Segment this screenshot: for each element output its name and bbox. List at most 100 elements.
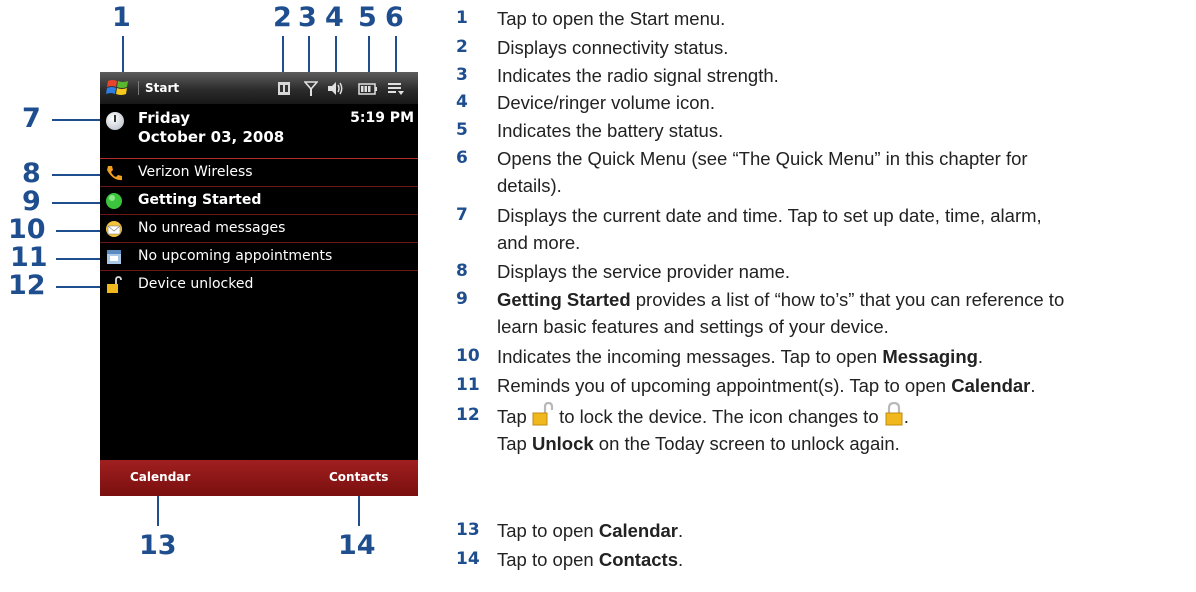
desc-number-7: 7 (456, 205, 468, 225)
appointments-status: No upcoming appointments (138, 248, 333, 264)
desc-11-bold: Calendar (951, 375, 1031, 396)
device-lock-row[interactable]: Device unlocked (100, 271, 418, 298)
desc-number-5: 5 (456, 120, 468, 140)
leader-line-12 (56, 286, 106, 288)
desc-number-11: 11 (456, 375, 480, 395)
desc-9-line-1: provides a list of “how to’s” that you c… (630, 289, 1065, 310)
contacts-soft-key[interactable]: Contacts (329, 470, 388, 484)
leader-line-6 (395, 36, 397, 74)
desc-number-1: 1 (456, 8, 468, 28)
connectivity-icon[interactable] (277, 80, 291, 97)
quick-menu-icon[interactable] (387, 80, 405, 97)
desc-13-text: Tap to open (497, 520, 599, 541)
signal-icon[interactable] (304, 80, 318, 97)
desc-9-bold: Getting Started (497, 289, 631, 310)
calendar-icon (107, 250, 121, 264)
current-time: 5:19 PM (350, 110, 414, 126)
desc-12-line2-bold: Unlock (531, 433, 594, 454)
desc-text-7: Displays the current date and time. Tap … (497, 202, 1193, 256)
messages-status: No unread messages (138, 220, 286, 236)
date-time-block[interactable]: Friday October 03, 2008 5:19 PM (100, 104, 418, 159)
current-date: October 03, 2008 (138, 128, 285, 146)
locked-padlock-icon (885, 402, 903, 426)
soft-key-bar: Calendar Contacts (100, 460, 418, 496)
desc-11-end: . (1030, 375, 1036, 396)
desc-9-line-2: learn basic features and settings of you… (497, 316, 889, 337)
desc-number-6: 6 (456, 148, 468, 168)
callout-14: 14 (338, 530, 376, 561)
desc-12-end: . (903, 406, 909, 427)
carrier-name: Verizon Wireless (138, 164, 253, 180)
leader-line-4 (335, 36, 337, 74)
desc-text-2: Displays connectivity status. (497, 37, 729, 58)
desc-6-line-1: Opens the Quick Menu (see “The Quick Men… (497, 148, 1028, 169)
desc-text-11: Reminds you of upcoming appointment(s). … (497, 372, 1193, 399)
desc-11-text: Reminds you of upcoming appointment(s). … (497, 375, 952, 396)
leader-line-7 (52, 119, 106, 121)
unlocked-padlock-icon (532, 402, 554, 426)
desc-text-14: Tap to open Contacts. (497, 546, 1193, 573)
desc-12-mid: to lock the device. The icon changes to (553, 406, 884, 427)
desc-number-10: 10 (456, 346, 480, 366)
desc-number-8: 8 (456, 261, 468, 281)
desc-12-pre: Tap (497, 406, 532, 427)
envelope-icon (106, 221, 122, 237)
desc-6-line-2: details). (497, 175, 562, 196)
callout-13: 13 (139, 530, 177, 561)
volume-icon[interactable] (327, 80, 345, 97)
lock-status: Device unlocked (138, 276, 254, 292)
desc-number-4: 4 (456, 92, 468, 112)
callout-3: 3 (298, 2, 317, 33)
desc-7-line-2: and more. (497, 232, 581, 253)
clock-icon (106, 112, 124, 130)
desc-text-13: Tap to open Calendar. (497, 517, 1193, 544)
desc-14-bold: Contacts (598, 549, 678, 570)
desc-number-2: 2 (456, 37, 468, 57)
leader-line-5 (368, 36, 370, 74)
leader-line-3 (308, 36, 310, 74)
callout-10: 10 (8, 214, 46, 245)
callout-6: 6 (385, 2, 404, 33)
leader-line-2 (282, 36, 284, 74)
callout-1: 1 (112, 2, 131, 33)
getting-started-label: Getting Started (138, 192, 262, 208)
messages-row[interactable]: No unread messages (100, 215, 418, 243)
desc-text-1: Tap to open the Start menu. (497, 8, 726, 29)
desc-text-10: Indicates the incoming messages. Tap to … (497, 343, 1193, 370)
calendar-soft-key[interactable]: Calendar (130, 470, 190, 484)
desc-text-6: Opens the Quick Menu (see “The Quick Men… (497, 145, 1193, 199)
phone-icon (107, 166, 122, 181)
leader-line-11 (56, 258, 106, 260)
desc-13-end: . (678, 520, 684, 541)
callout-7: 7 (22, 103, 41, 134)
unlocked-padlock-icon (107, 276, 122, 293)
desc-number-14: 14 (456, 549, 480, 569)
leader-line-8 (52, 174, 106, 176)
callout-2: 2 (273, 2, 292, 33)
getting-started-row[interactable]: Getting Started (100, 187, 418, 215)
leader-line-1 (122, 36, 124, 74)
leader-line-10 (56, 230, 106, 232)
appointments-row[interactable]: No upcoming appointments (100, 243, 418, 271)
callout-9: 9 (22, 186, 41, 217)
callout-12: 12 (8, 270, 46, 301)
desc-14-text: Tap to open (497, 549, 599, 570)
desc-text-5: Indicates the battery status. (497, 120, 724, 141)
start-menu-label[interactable]: Start (138, 81, 179, 95)
desc-12-line2-pre: Tap (497, 433, 532, 454)
desc-text-3: Indicates the radio signal strength. (497, 65, 779, 86)
leader-line-9 (52, 202, 106, 204)
day-of-week: Friday (138, 109, 191, 127)
callout-4: 4 (325, 2, 344, 33)
desc-number-12: 12 (456, 405, 480, 425)
windows-flag-icon[interactable] (106, 77, 130, 99)
battery-icon[interactable] (358, 80, 378, 97)
desc-number-9: 9 (456, 289, 468, 309)
carrier-row[interactable]: Verizon Wireless (100, 159, 418, 187)
desc-number-13: 13 (456, 520, 480, 540)
desc-12-line2-end: on the Today screen to unlock again. (593, 433, 900, 454)
desc-text-8: Displays the service provider name. (497, 261, 791, 282)
callout-11: 11 (10, 242, 48, 273)
desc-text-4: Device/ringer volume icon. (497, 92, 715, 113)
desc-14-end: . (678, 549, 684, 570)
